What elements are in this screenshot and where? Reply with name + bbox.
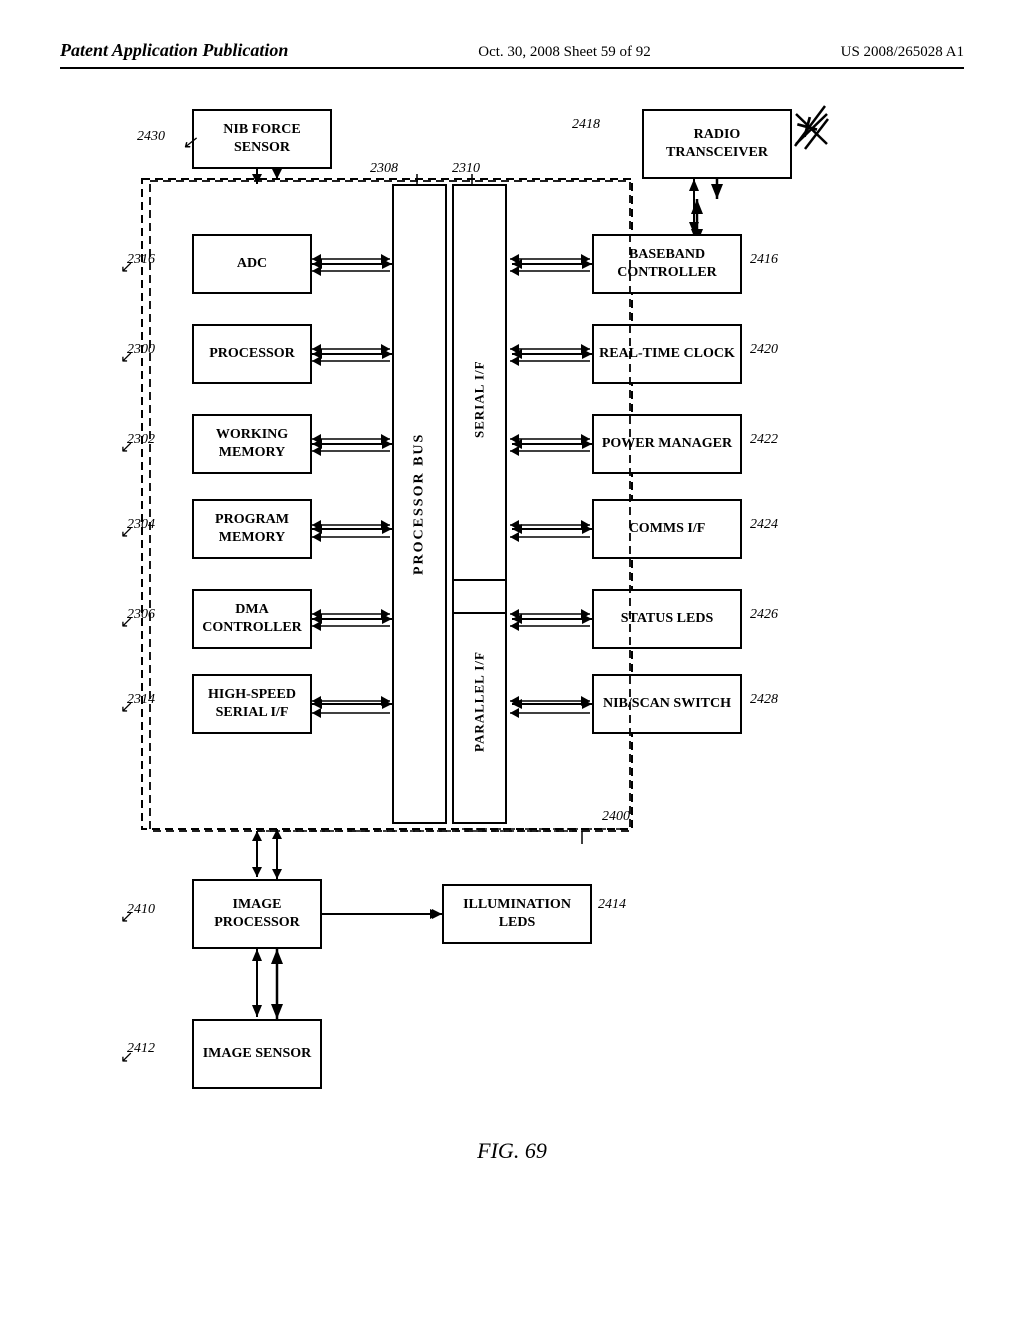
program-memory-box: PROGRAM MEMORY: [192, 499, 312, 559]
patent-number-label: US 2008/265028 A1: [841, 44, 964, 61]
ref-2316-arrow: ↙: [120, 257, 133, 277]
image-sensor-box: IMAGE SENSOR: [192, 1019, 322, 1089]
ref-2304-arrow: ↙: [120, 522, 133, 542]
ref-2418: 2418: [572, 117, 600, 133]
figure-caption: FIG. 69: [82, 1138, 942, 1164]
ref-2306-arrow: ↙: [120, 612, 133, 632]
serial-if-box: SERIAL I/F: [452, 184, 507, 614]
nib-scan-switch-box: NIB/SCAN SWITCH: [592, 674, 742, 734]
nib-force-sensor-box: NIB FORCE SENSOR: [192, 109, 332, 169]
nib-force-arrow: ↙: [182, 132, 197, 153]
status-leds-box: STATUS LEDS: [592, 589, 742, 649]
adc-box: ADC: [192, 234, 312, 294]
ref-2430: 2430: [137, 129, 165, 145]
ref-2410-arrow: ↙: [120, 907, 133, 927]
ref-2302-arrow: ↙: [120, 437, 133, 457]
ref-2416: 2416: [750, 252, 778, 268]
ref-2308: 2308: [370, 161, 398, 177]
processor-bus-box: PROCESSOR BUS: [392, 184, 447, 824]
publication-label: Patent Application Publication: [60, 40, 288, 61]
ref-2300-arrow: ↙: [120, 347, 133, 367]
parallel-if-box: PARALLEL I/F: [452, 579, 507, 824]
ref-2420: 2420: [750, 342, 778, 358]
power-manager-box: POWER MANAGER: [592, 414, 742, 474]
illumination-leds-box: ILLUMINATION LEDS: [442, 884, 592, 944]
dma-controller-box: DMA CONTROLLER: [192, 589, 312, 649]
image-processor-box: IMAGE PROCESSOR: [192, 879, 322, 949]
real-time-clock-box: REAL-TIME CLOCK: [592, 324, 742, 384]
antenna-lines: [790, 101, 830, 151]
working-memory-box: WORKING MEMORY: [192, 414, 312, 474]
ref-2414: 2414: [598, 897, 626, 913]
date-sheet-label: Oct. 30, 2008 Sheet 59 of 92: [478, 44, 650, 61]
ref-2412-arrow: ↙: [120, 1047, 133, 1067]
high-speed-serial-box: HIGH-SPEED SERIAL I/F: [192, 674, 312, 734]
page: Patent Application Publication Oct. 30, …: [0, 0, 1024, 1320]
comms-if-box: COMMS I/F: [592, 499, 742, 559]
processor-box: PROCESSOR: [192, 324, 312, 384]
header: Patent Application Publication Oct. 30, …: [60, 40, 964, 69]
ref-2426: 2426: [750, 607, 778, 623]
ref-2422: 2422: [750, 432, 778, 448]
ref-2310: 2310: [452, 161, 480, 177]
ref-2428: 2428: [750, 692, 778, 708]
baseband-controller-box: BASEBAND CONTROLLER: [592, 234, 742, 294]
ref-2424: 2424: [750, 517, 778, 533]
ref-2400: 2400: [602, 809, 630, 825]
diagram-area: NIB FORCE SENSOR 2430 ↙ RADIO TRANSCEIVE…: [82, 89, 942, 1169]
ref-2314-arrow: ↙: [120, 697, 133, 717]
radio-transceiver-box: RADIO TRANSCEIVER: [642, 109, 792, 179]
